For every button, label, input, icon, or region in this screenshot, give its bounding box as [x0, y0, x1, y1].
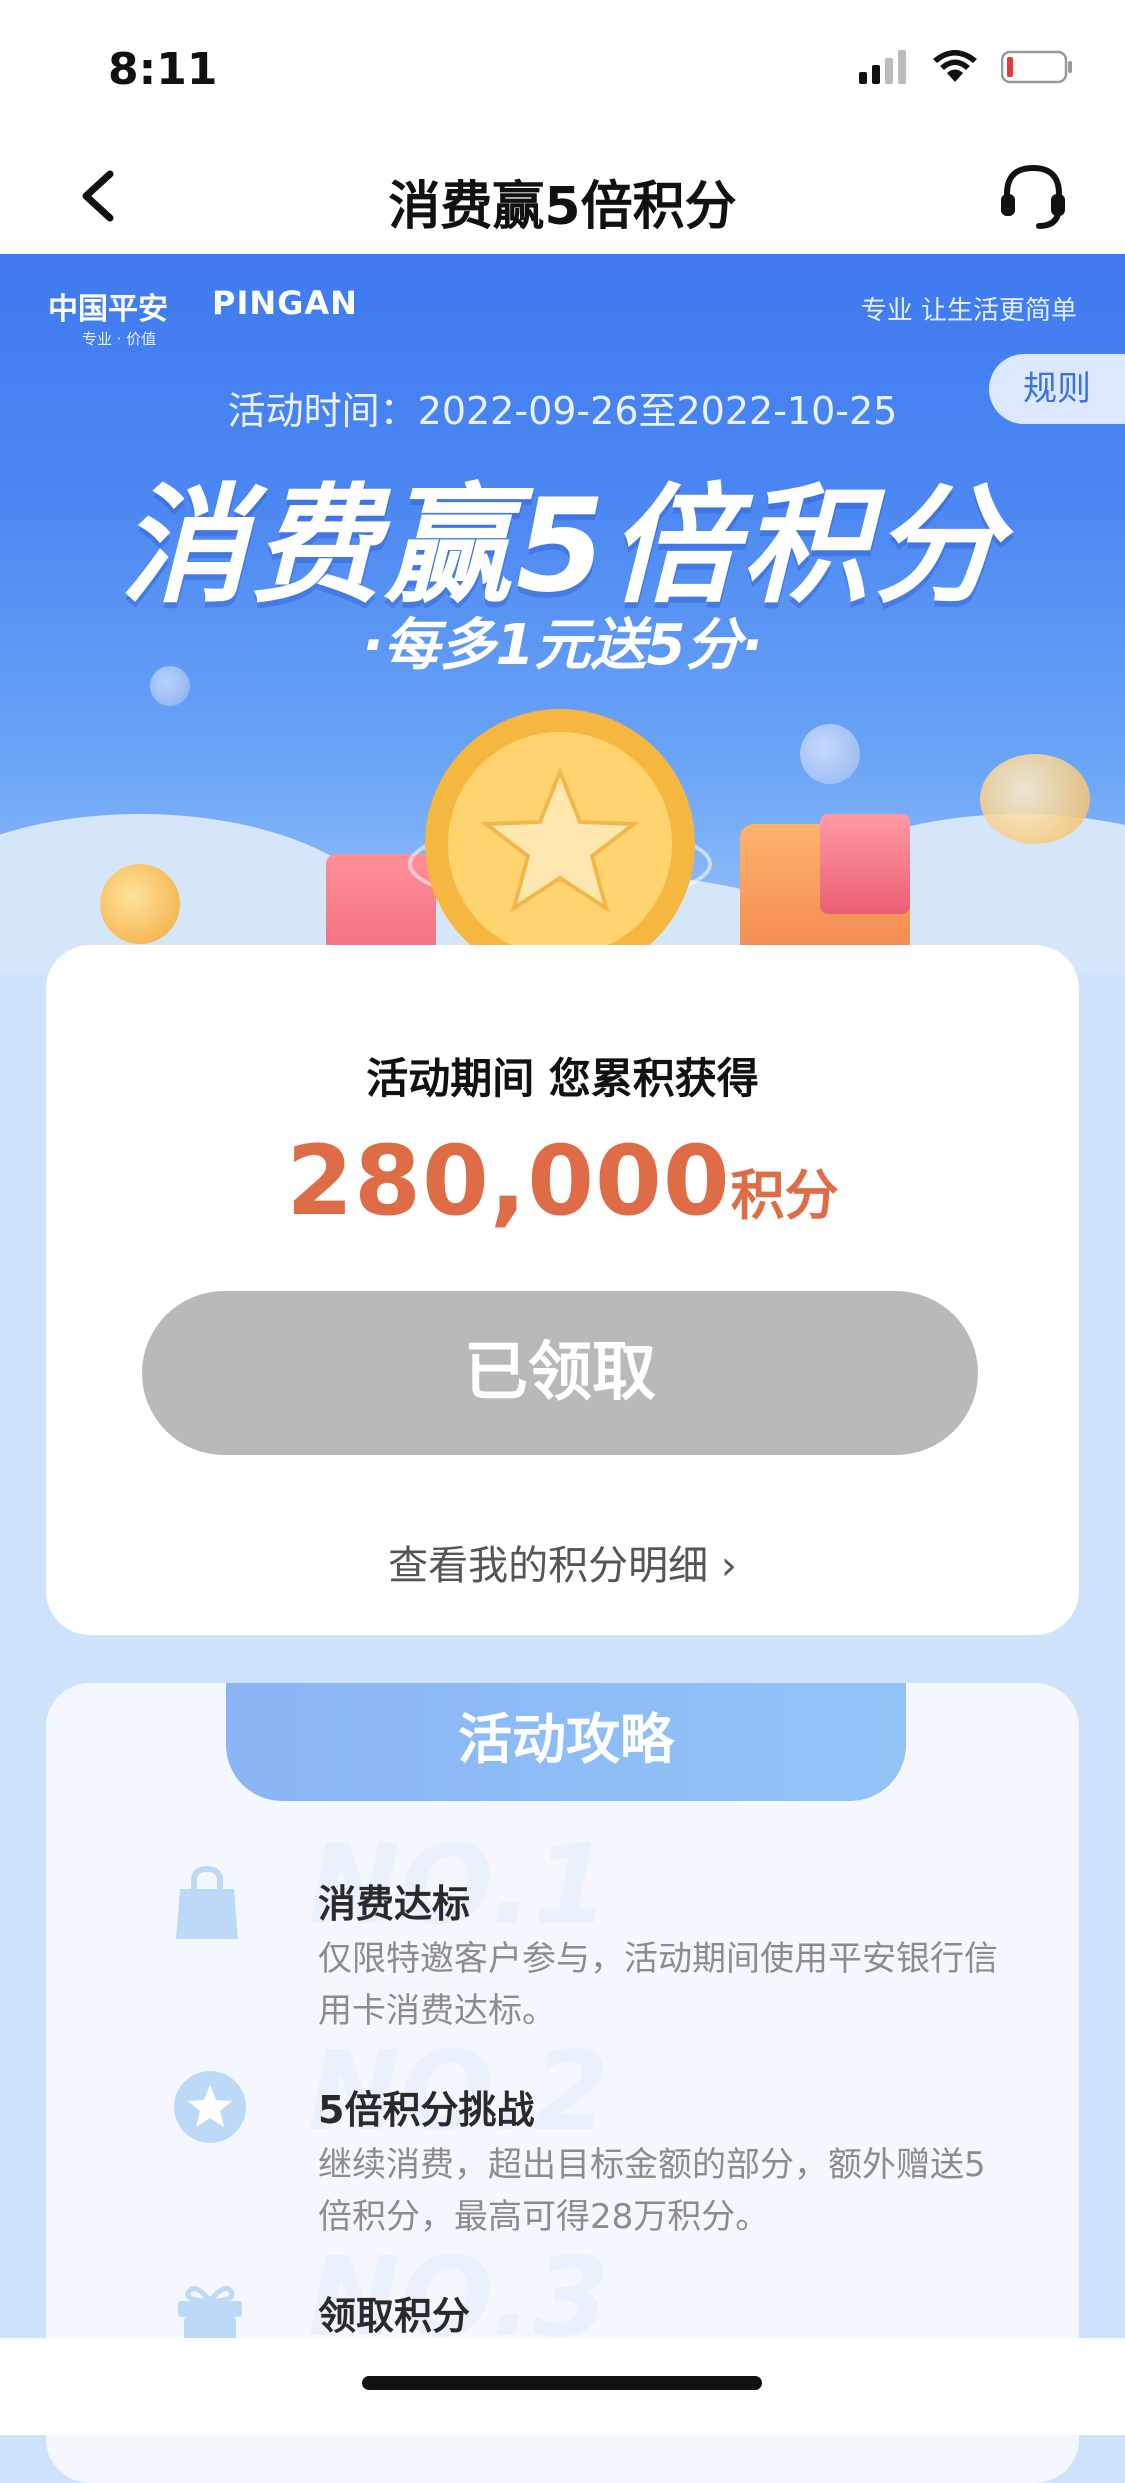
brand-tagline: 专业 · 价值 [82, 330, 157, 348]
points-detail-link[interactable]: 查看我的积分明细 › [46, 1533, 1079, 1591]
brand-slogan: 专业 让生活更简单 [860, 296, 1077, 326]
coin-decoration [980, 754, 1090, 844]
shopping-bag-decoration [820, 814, 910, 914]
claimed-button[interactable]: 已领取 [142, 1291, 978, 1455]
points-display: 280,000积分 [46, 1125, 1079, 1237]
shopping-bag-icon [176, 1865, 238, 1939]
signal-icon [859, 50, 906, 84]
battery-icon [1001, 50, 1072, 84]
points-value: 280,000 [286, 1125, 731, 1237]
wifi-icon [933, 50, 977, 82]
brand-logo-en: PINGAN [212, 284, 358, 322]
points-unit: 积分 [730, 1164, 839, 1227]
status-icons [859, 50, 1073, 84]
step-title: 5倍积分挑战 [318, 2088, 535, 2132]
coin-decoration [800, 724, 860, 784]
points-summary-card: 活动期间 您累积获得 280,000积分 已领取 查看我的积分明细 › [46, 945, 1079, 1635]
coin-decoration [100, 864, 180, 944]
brand-logo-cn: 中国平安 [48, 292, 168, 327]
home-indicator-area [0, 2338, 1125, 2435]
gold-coin-star-icon [408, 709, 712, 974]
star-badge-icon [174, 2071, 246, 2143]
coin-decoration [150, 666, 190, 706]
page-title: 消费赢5倍积分 [388, 177, 737, 237]
guide-tab-title: 活动攻略 [226, 1683, 906, 1801]
clock: 8:11 [108, 44, 218, 95]
nav-bar: 消费赢5倍积分 [0, 140, 1125, 254]
status-bar: 8:11 [0, 0, 1125, 140]
activity-time: 活动时间：2022-09-26至2022-10-25 [227, 389, 898, 433]
home-indicator[interactable] [362, 2376, 762, 2390]
step-title: 消费达标 [318, 1882, 471, 1926]
step-title: 领取积分 [318, 2294, 471, 2338]
hero-banner: 中国平安 PINGAN 专业 · 价值 专业 让生活更简单 规则 活动时间：20… [0, 254, 1125, 974]
customer-service-icon[interactable] [995, 158, 1071, 234]
step-description: 仅限特邀客户参与，活动期间使用平安银行信用卡消费达标。 [318, 1939, 998, 2031]
points-label: 活动期间 您累积获得 [366, 1054, 759, 1103]
step-description: 继续消费，超出目标金额的部分，额外赠送5倍积分，最高可得28万积分。 [318, 2145, 986, 2237]
